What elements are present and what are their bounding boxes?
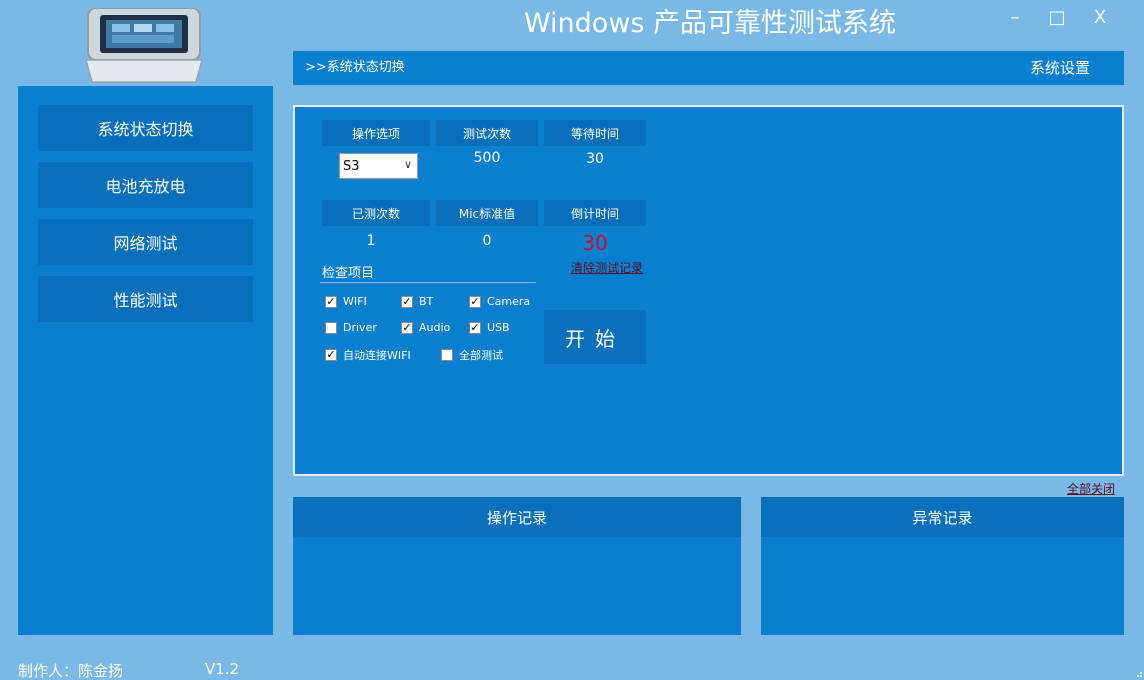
countdown-value: 30 xyxy=(582,231,608,255)
app-title: Windows 产品可靠性测试系统 xyxy=(523,8,897,39)
system-settings-button[interactable]: 系统设置 xyxy=(1030,51,1090,85)
sidebar-item-system-state[interactable]: 系统状态切换 xyxy=(38,105,253,151)
test-count-value[interactable]: 500 xyxy=(436,150,538,166)
operation-option-value: S3 xyxy=(343,158,360,174)
checkbox-driver[interactable]: Driver xyxy=(325,321,377,334)
checkbox-label: USB xyxy=(487,321,510,334)
sidebar-item-performance[interactable]: 性能测试 xyxy=(38,276,253,322)
test-panel: 操作选项 测试次数 等待时间 S3 ∨ 500 30 已测次数 Mic标准值 倒… xyxy=(293,105,1124,476)
checkbox-label: BT xyxy=(419,295,434,308)
clear-records-link[interactable]: 清除测试记录 xyxy=(571,259,643,276)
wait-time-label: 等待时间 xyxy=(544,120,646,146)
check-items-title: 检查项目 xyxy=(322,266,375,281)
checkbox-box: ✓ xyxy=(469,320,481,334)
app-logo-icon xyxy=(86,8,203,83)
checkbox-box xyxy=(325,321,337,334)
checkbox-box: ✓ xyxy=(469,294,481,308)
section-divider xyxy=(320,282,536,283)
checkbox-wifi[interactable]: ✓ WIFI xyxy=(325,295,367,308)
checkbox-box: ✓ xyxy=(401,294,413,308)
mic-standard-label: Mic标准值 xyxy=(436,200,538,226)
operation-option-select[interactable]: S3 ∨ xyxy=(339,153,418,179)
checkbox-label: Audio xyxy=(419,321,451,334)
test-count-label: 测试次数 xyxy=(436,120,538,146)
checkbox-box: ✓ xyxy=(325,294,337,308)
operation-log-title: 操作记录 xyxy=(293,497,741,537)
mic-standard-value[interactable]: 0 xyxy=(436,233,538,249)
checkbox-usb[interactable]: ✓ USB xyxy=(469,321,510,334)
checkbox-bt[interactable]: ✓ BT xyxy=(401,295,433,308)
close-all-link[interactable]: 全部关闭 xyxy=(1067,480,1115,497)
checkbox-audio[interactable]: ✓ Audio xyxy=(401,321,450,334)
tested-count-label: 已测次数 xyxy=(322,200,430,226)
checkbox-label: WIFI xyxy=(343,295,367,308)
checkbox-label: Camera xyxy=(487,295,531,308)
operation-log-panel: 操作记录 xyxy=(293,497,741,635)
tested-count-value: 1 xyxy=(366,233,376,249)
author-label: 制作人：陈金扬 xyxy=(18,662,124,680)
checkbox-label: 全部测试 xyxy=(459,349,503,362)
checkbox-label: 自动连接WIFI xyxy=(343,349,411,362)
sidebar-item-battery[interactable]: 电池充放电 xyxy=(38,162,253,208)
checkbox-camera[interactable]: ✓ Camera xyxy=(469,295,530,308)
error-log-panel: 异常记录 xyxy=(761,497,1124,635)
start-button[interactable]: 开始 xyxy=(544,310,646,364)
checkbox-label: Driver xyxy=(343,321,377,334)
checkbox-all-tests[interactable]: 全部测试 xyxy=(441,347,503,363)
minimize-button[interactable]: – xyxy=(1000,6,1030,30)
sidebar: 系统状态切换 电池充放电 网络测试 性能测试 xyxy=(18,86,273,635)
error-log-title: 异常记录 xyxy=(761,497,1124,537)
version-label: V1.2 xyxy=(205,660,240,678)
checkbox-box: ✓ xyxy=(401,320,413,334)
resize-grip-icon[interactable] xyxy=(1133,668,1143,678)
operation-option-label: 操作选项 xyxy=(322,120,430,146)
sidebar-item-network[interactable]: 网络测试 xyxy=(38,219,253,265)
breadcrumb: >>系统状态切换 xyxy=(305,60,405,75)
countdown-label: 倒计时间 xyxy=(544,200,646,226)
checkbox-auto-wifi[interactable]: ✓ 自动连接WIFI xyxy=(325,347,411,363)
chevron-down-icon: ∨ xyxy=(403,158,412,171)
close-button[interactable]: X xyxy=(1085,6,1115,30)
wait-time-value[interactable]: 30 xyxy=(544,151,646,167)
maximize-button[interactable]: □ xyxy=(1042,6,1072,30)
breadcrumb-bar: >>系统状态切换 系统设置 xyxy=(293,51,1124,85)
checkbox-box: ✓ xyxy=(325,348,337,361)
checkbox-box xyxy=(441,349,453,361)
